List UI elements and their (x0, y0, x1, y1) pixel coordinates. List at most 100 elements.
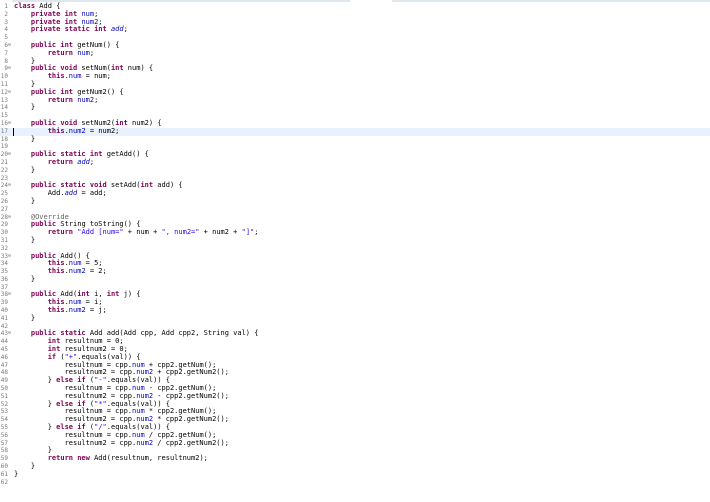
code-token: ; (94, 9, 99, 18)
line-number: 33 (0, 252, 8, 260)
fold-toggle-icon[interactable]: ⊖ (8, 291, 11, 299)
code-line[interactable]: 60 } (0, 462, 710, 471)
code-token: / cpp2.getNum(); (144, 430, 217, 439)
code-line[interactable]: 22 } (0, 166, 710, 175)
line-number: 55 (0, 424, 8, 432)
code-token: this (47, 259, 65, 268)
code-token: int (47, 345, 61, 354)
fold-toggle-icon[interactable]: ⊖ (8, 65, 11, 73)
line-number: 18 (0, 135, 8, 143)
code-line[interactable]: 26 } (0, 197, 710, 206)
code-token: if (47, 352, 57, 361)
line-number: 24 (0, 182, 8, 190)
code-token: @Override (30, 212, 69, 221)
code-token: public void (30, 64, 78, 73)
line-number: 54 (0, 416, 8, 424)
code-line[interactable]: 41 } (0, 314, 710, 323)
fold-toggle-icon[interactable]: ⊖ (8, 42, 11, 50)
code-token: int (140, 181, 154, 190)
code-line[interactable]: 13 return num2; (0, 95, 710, 105)
line-number: 53 (0, 408, 8, 416)
fold-toggle-icon[interactable]: ⊖ (8, 182, 11, 190)
code-line[interactable]: 2 private int num; (0, 9, 710, 19)
fold-toggle-icon[interactable]: ⊖ (8, 120, 11, 128)
code-text: } (14, 197, 35, 206)
code-line[interactable]: 6 ⊖ public int getNum() { (0, 40, 710, 50)
code-token: = j; (85, 306, 107, 315)
code-line[interactable]: 27 (0, 206, 710, 214)
code-token: resultnum = cpp. (14, 430, 133, 439)
code-token: "]" (241, 228, 255, 237)
code-token: } (14, 235, 36, 244)
code-token: ( (85, 423, 95, 432)
fold-toggle-icon[interactable]: ⊖ (8, 253, 11, 261)
code-token: * cpp2.getNum2(); (153, 415, 229, 424)
code-token: this (47, 126, 65, 135)
code-token: int (77, 290, 90, 299)
line-number: 23 (0, 174, 8, 182)
code-lines[interactable]: 1 class Add {2 private int num; 3 private … (0, 2, 710, 487)
code-token: Add { (35, 2, 61, 10)
code-line[interactable]: 18 } (0, 135, 710, 144)
code-token: + cpp2.getNum2(); (153, 368, 229, 377)
code-token: Add(resultnum, resultnum2); (89, 454, 208, 463)
line-number: 62 (0, 478, 8, 486)
fold-toggle-icon[interactable]: ⊖ (8, 151, 11, 159)
code-token: int (106, 290, 120, 299)
code-line[interactable]: 32 (0, 245, 710, 253)
code-token: ; (89, 157, 95, 166)
code-line[interactable]: 59 return new Add(resultnum, resultnum2)… (0, 454, 710, 463)
code-line[interactable]: 61} (0, 470, 710, 479)
code-token: num (68, 298, 82, 307)
code-line[interactable]: 36 } (0, 275, 710, 284)
line-number: 56 (0, 431, 8, 439)
code-line[interactable]: 12 ⊖ public int getNum2() { (0, 88, 710, 97)
code-line[interactable]: 31 } (0, 235, 710, 245)
code-token: = add; (77, 189, 107, 198)
code-token: ; (89, 48, 95, 57)
code-token: private static int (30, 25, 107, 34)
code-text: return "Add [num=" + num + ", num2=" + n… (14, 228, 259, 237)
code-token: } (14, 462, 36, 471)
code-line[interactable]: 57 resultnum2 = cpp.num2 / cpp2.getNum2(… (0, 439, 710, 448)
code-line[interactable]: 14 } (0, 103, 710, 112)
code-line[interactable]: 7 return num; (0, 48, 710, 58)
line-number: 41 (0, 314, 8, 322)
code-token: getNum() { (73, 40, 120, 49)
code-text: } (14, 135, 35, 144)
fold-toggle-icon[interactable]: ⊖ (8, 214, 11, 222)
code-editor[interactable]: 1 class Add {2 private int num; 3 private … (0, 0, 710, 502)
code-line[interactable]: 38 ⊖ public Add(int i, int j) { (0, 291, 710, 299)
code-token: return (47, 95, 74, 104)
code-line[interactable]: 20 ⊖ public static int getAdd() { (0, 150, 710, 159)
code-line[interactable]: 25 Add.add = add; (0, 189, 710, 198)
code-line[interactable]: 10 this.num = num; (0, 72, 710, 81)
line-number: 13 (0, 96, 8, 104)
code-line[interactable]: 17 this.num2 = num2; (0, 126, 710, 136)
code-line[interactable]: 21 return add; (0, 157, 710, 167)
fold-toggle-icon[interactable]: ⊖ (8, 89, 11, 97)
code-line[interactable]: 35 this.num2 = 2; (0, 267, 710, 276)
code-token: resultnum2 = cpp. (14, 415, 137, 424)
code-token: String toString() { (56, 220, 141, 229)
code-token: return (47, 228, 74, 237)
code-line[interactable]: 62 (0, 479, 710, 487)
code-token: add) { (153, 181, 183, 190)
code-line[interactable]: 33 ⊖ public Add() { (0, 252, 710, 261)
code-line[interactable]: 1 class Add { (0, 2, 710, 11)
fold-toggle-icon[interactable]: ⊖ (8, 330, 11, 338)
code-token: } (14, 399, 57, 408)
code-line[interactable]: 30 return "Add [num=" + num + ", num2=" … (0, 228, 710, 237)
code-line[interactable]: 40 this.num2 = j; (0, 306, 710, 315)
code-text: } (14, 275, 35, 284)
line-number: 22 (0, 166, 8, 174)
code-token: + num + (123, 228, 162, 237)
code-token: } (14, 376, 57, 385)
code-line[interactable]: 4 private static int add; (0, 25, 710, 34)
